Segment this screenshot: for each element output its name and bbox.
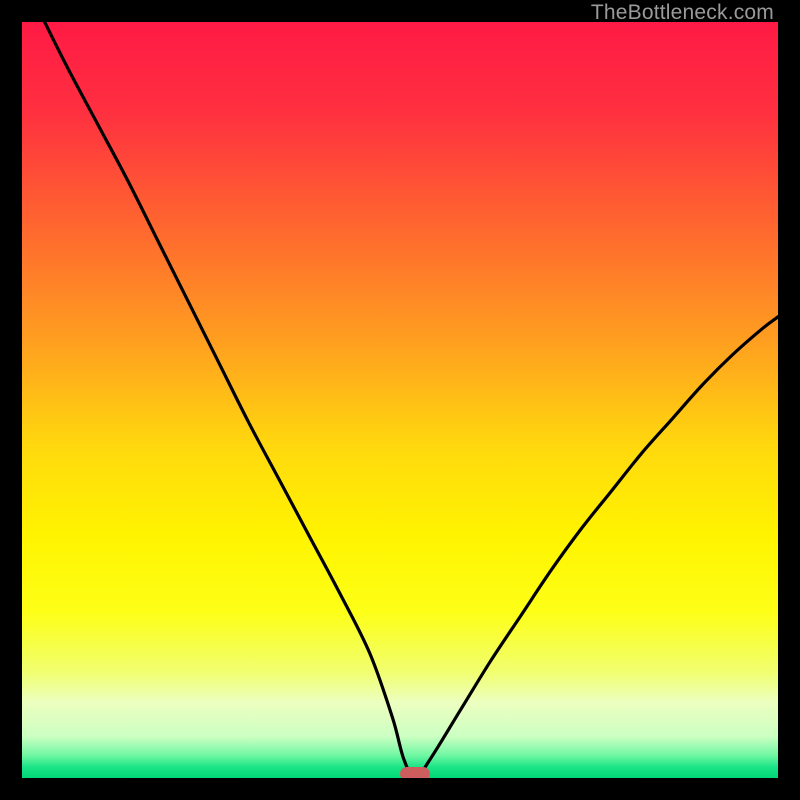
bottleneck-curve [45,22,778,778]
watermark-label: TheBottleneck.com [591,1,774,25]
minimum-marker [400,767,430,778]
chart-frame: TheBottleneck.com [0,0,800,800]
plot-area [22,22,778,778]
curve-layer [22,22,778,778]
